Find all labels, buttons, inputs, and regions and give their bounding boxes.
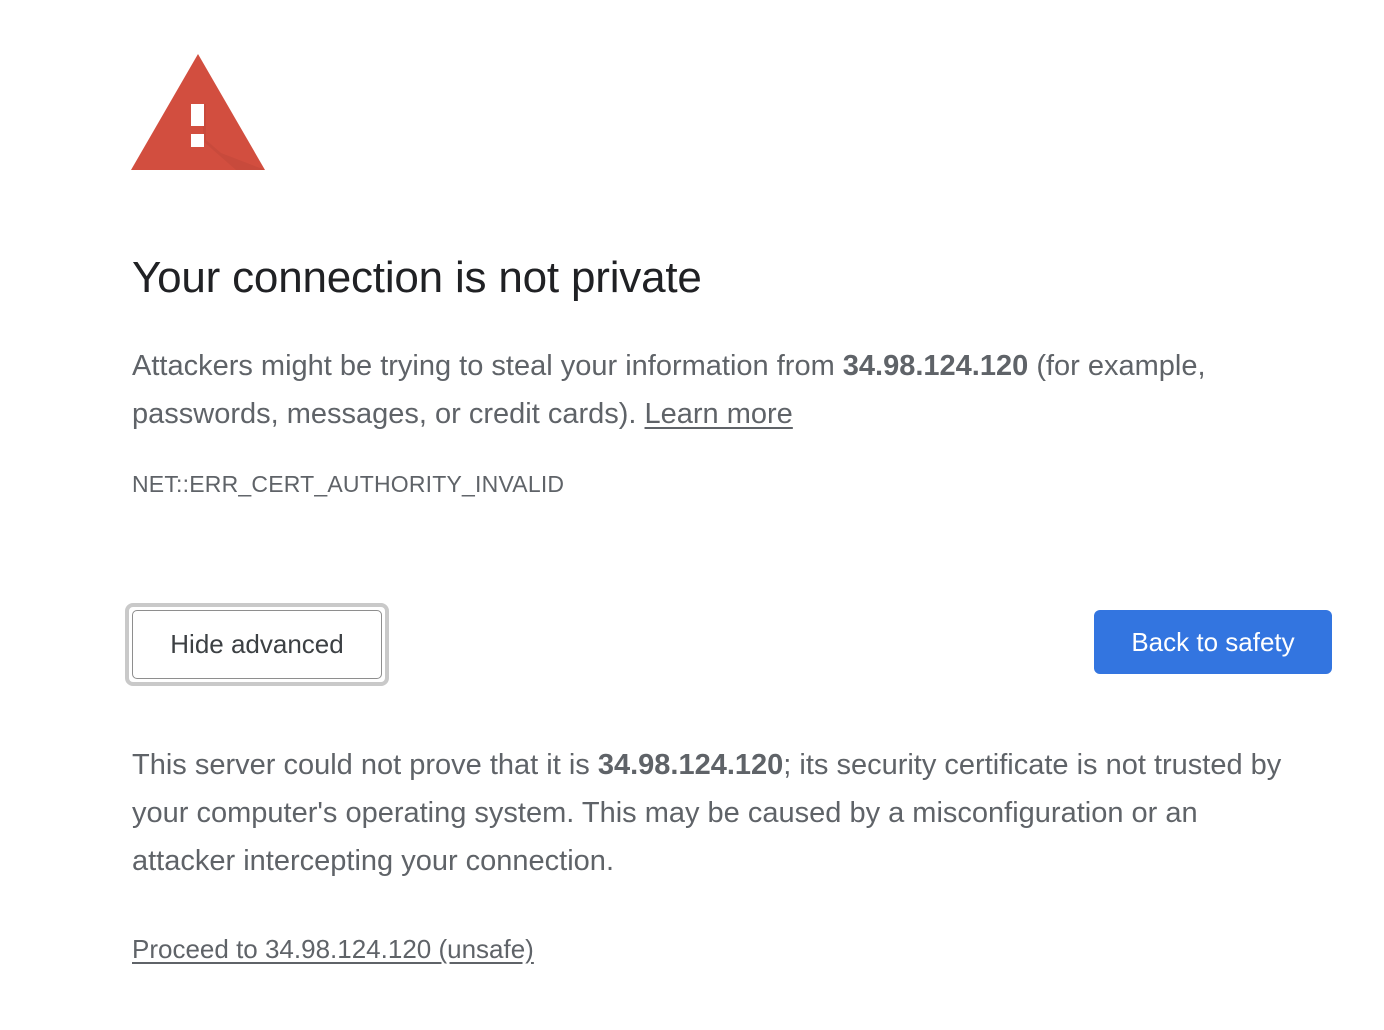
details-text: This server could not prove that it is 3… — [132, 741, 1282, 885]
main-message-text-before: Attackers might be trying to steal your … — [132, 350, 843, 382]
back-to-safety-button[interactable]: Back to safety — [1094, 610, 1332, 674]
warning-triangle-icon — [131, 54, 265, 170]
proceed-unsafe-link[interactable]: Proceed to 34.98.124.120 (unsafe) — [132, 934, 534, 965]
details-host: 34.98.124.120 — [597, 749, 784, 781]
learn-more-link[interactable]: Learn more — [645, 398, 793, 430]
hide-advanced-button[interactable]: Hide advanced — [125, 603, 389, 686]
error-code: NET::ERR_CERT_AUTHORITY_INVALID — [132, 471, 565, 497]
main-message: Attackers might be trying to steal your … — [132, 342, 1322, 438]
details-text-before: This server could not prove that it is — [132, 749, 598, 781]
page-title: Your connection is not private — [132, 253, 702, 302]
main-message-host: 34.98.124.120 — [842, 350, 1029, 382]
hide-advanced-label: Hide advanced — [132, 610, 382, 679]
